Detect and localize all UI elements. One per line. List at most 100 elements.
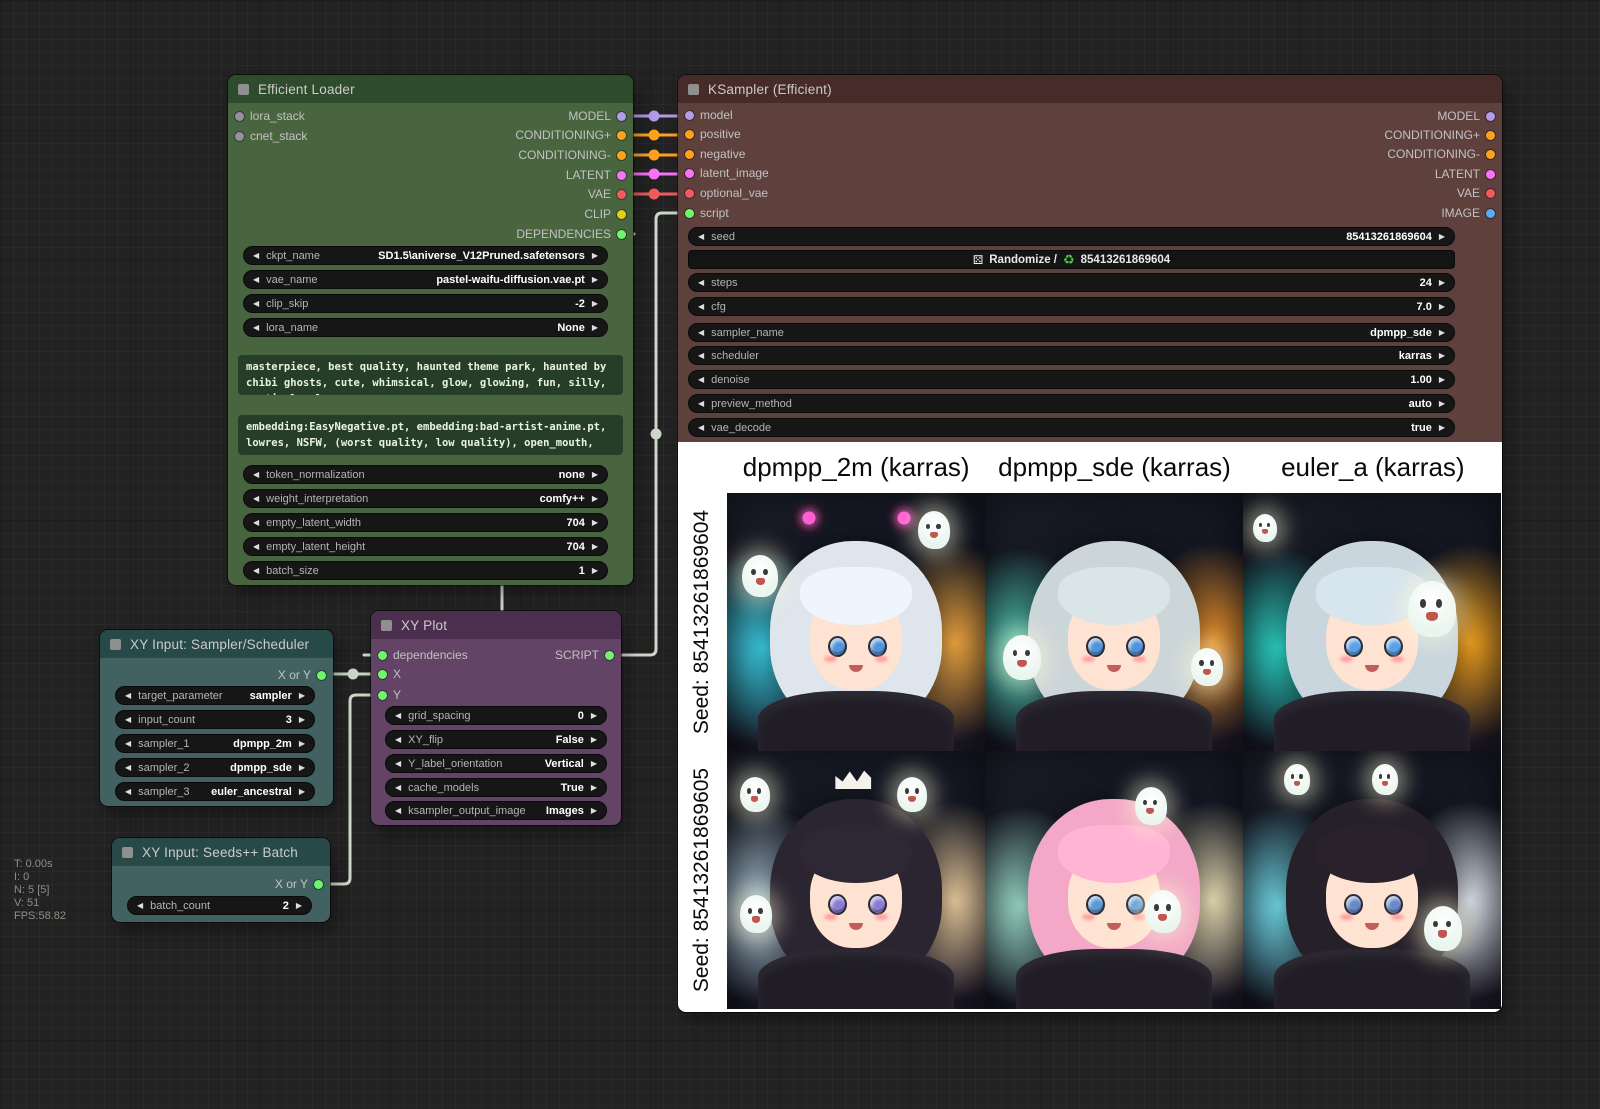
left-arrow-icon[interactable]: ◀ — [253, 495, 259, 503]
left-arrow-icon[interactable]: ◀ — [253, 471, 259, 479]
widget-cache-models[interactable]: ◀ cache_models True ▶ — [385, 778, 607, 797]
port-clip-out[interactable]: CLIP — [584, 205, 626, 223]
node-efficient-loader[interactable]: Efficient Loader lora_stack cnet_stack M… — [228, 75, 633, 585]
node-header[interactable]: XY Plot — [371, 611, 621, 639]
port-dot[interactable] — [617, 131, 626, 140]
right-arrow-icon[interactable]: ▶ — [299, 740, 305, 748]
left-arrow-icon[interactable]: ◀ — [125, 740, 131, 748]
widget-clip-skip[interactable]: ◀ clip_skip -2 ▶ — [243, 294, 608, 313]
widget-scheduler[interactable]: ◀ scheduler karras ▶ — [688, 346, 1455, 365]
right-arrow-icon[interactable]: ▶ — [592, 252, 598, 260]
port-dot[interactable] — [685, 189, 694, 198]
widget-vae-name[interactable]: ◀ vae_name pastel-waifu-diffusion.vae.pt… — [243, 270, 608, 289]
widget-sampler-3[interactable]: ◀ sampler_3 euler_ancestral ▶ — [115, 782, 315, 801]
node-header[interactable]: KSampler (Efficient) — [678, 75, 1502, 103]
left-arrow-icon[interactable]: ◀ — [395, 784, 401, 792]
node-header[interactable]: Efficient Loader — [228, 75, 633, 103]
port-vae-out[interactable]: VAE — [588, 185, 626, 203]
right-arrow-icon[interactable]: ▶ — [299, 764, 305, 772]
port-cnet-stack[interactable]: cnet_stack — [235, 127, 307, 145]
left-arrow-icon[interactable]: ◀ — [125, 764, 131, 772]
port-dot[interactable] — [685, 169, 694, 178]
port-dot[interactable] — [1486, 170, 1495, 179]
widget-y-label-orientation[interactable]: ◀ Y_label_orientation Vertical ▶ — [385, 754, 607, 773]
port-dot[interactable] — [1486, 189, 1495, 198]
collapse-box-icon[interactable] — [122, 847, 133, 858]
widget-steps[interactable]: ◀ steps 24 ▶ — [688, 273, 1455, 292]
port-conditioning-pos-out[interactable]: CONDITIONING+ — [515, 126, 626, 144]
port-dot[interactable] — [617, 171, 626, 180]
port-latent-image-in[interactable]: latent_image — [685, 164, 769, 182]
node-header[interactable]: XY Input: Sampler/Scheduler — [100, 630, 333, 658]
widget-xy-flip[interactable]: ◀ XY_flip False ▶ — [385, 730, 607, 749]
right-arrow-icon[interactable]: ▶ — [1439, 424, 1445, 432]
port-dot[interactable] — [685, 150, 694, 159]
port-lora-stack[interactable]: lora_stack — [235, 107, 305, 125]
port-optional-vae-in[interactable]: optional_vae — [685, 184, 768, 202]
widget-preview-method[interactable]: ◀ preview_method auto ▶ — [688, 394, 1455, 413]
port-dot[interactable] — [685, 111, 694, 120]
widget-vae-decode[interactable]: ◀ vae_decode true ▶ — [688, 418, 1455, 437]
right-arrow-icon[interactable]: ▶ — [1439, 376, 1445, 384]
collapse-box-icon[interactable] — [238, 84, 249, 95]
port-latent-out[interactable]: LATENT — [566, 166, 626, 184]
port-x-in[interactable]: X — [378, 665, 401, 683]
widget-cfg[interactable]: ◀ cfg 7.0 ▶ — [688, 297, 1455, 316]
port-dot[interactable] — [685, 209, 694, 218]
left-arrow-icon[interactable]: ◀ — [253, 519, 259, 527]
left-arrow-icon[interactable]: ◀ — [125, 716, 131, 724]
node-graph-canvas[interactable]: Efficient Loader lora_stack cnet_stack M… — [0, 0, 1600, 1109]
widget-ksampler-output-image[interactable]: ◀ ksampler_output_image Images ▶ — [385, 801, 607, 820]
port-dot[interactable] — [314, 880, 323, 889]
left-arrow-icon[interactable]: ◀ — [137, 902, 143, 910]
port-dot[interactable] — [378, 691, 387, 700]
widget-sampler-name[interactable]: ◀ sampler_name dpmpp_sde ▶ — [688, 323, 1455, 342]
widget-sampler-1[interactable]: ◀ sampler_1 dpmpp_2m ▶ — [115, 734, 315, 753]
left-arrow-icon[interactable]: ◀ — [698, 329, 704, 337]
widget-sampler-2[interactable]: ◀ sampler_2 dpmpp_sde ▶ — [115, 758, 315, 777]
left-arrow-icon[interactable]: ◀ — [698, 424, 704, 432]
port-dot[interactable] — [1486, 209, 1495, 218]
port-model-out[interactable]: MODEL — [568, 107, 626, 125]
left-arrow-icon[interactable]: ◀ — [253, 252, 259, 260]
right-arrow-icon[interactable]: ▶ — [592, 324, 598, 332]
port-conditioning-pos-out[interactable]: CONDITIONING+ — [1384, 126, 1495, 144]
right-arrow-icon[interactable]: ▶ — [1439, 329, 1445, 337]
collapse-box-icon[interactable] — [688, 84, 699, 95]
left-arrow-icon[interactable]: ◀ — [253, 567, 259, 575]
port-dot[interactable] — [617, 210, 626, 219]
left-arrow-icon[interactable]: ◀ — [698, 279, 704, 287]
left-arrow-icon[interactable]: ◀ — [395, 807, 401, 815]
port-dot[interactable] — [617, 112, 626, 121]
right-arrow-icon[interactable]: ▶ — [592, 471, 598, 479]
node-xy-input-sampler-scheduler[interactable]: XY Input: Sampler/Scheduler X or Y ◀ tar… — [100, 630, 333, 806]
right-arrow-icon[interactable]: ▶ — [299, 788, 305, 796]
left-arrow-icon[interactable]: ◀ — [395, 736, 401, 744]
randomize-seed-button[interactable]: ⚄ Randomize / ♻ 85413261869604 — [688, 250, 1455, 269]
node-header[interactable]: XY Input: Seeds++ Batch — [112, 838, 330, 866]
right-arrow-icon[interactable]: ▶ — [1439, 233, 1445, 241]
port-image-out[interactable]: IMAGE — [1441, 204, 1495, 222]
port-dot[interactable] — [235, 132, 244, 141]
node-xy-input-seeds-batch[interactable]: XY Input: Seeds++ Batch X or Y ◀ batch_c… — [112, 838, 330, 922]
right-arrow-icon[interactable]: ▶ — [1439, 352, 1445, 360]
port-model-in[interactable]: model — [685, 106, 733, 124]
port-dot[interactable] — [1486, 112, 1495, 121]
port-dot[interactable] — [378, 651, 387, 660]
collapse-box-icon[interactable] — [110, 639, 121, 650]
right-arrow-icon[interactable]: ▶ — [591, 760, 597, 768]
port-x-or-y-out[interactable]: X or Y — [278, 666, 326, 684]
right-arrow-icon[interactable]: ▶ — [592, 567, 598, 575]
port-dot[interactable] — [685, 130, 694, 139]
left-arrow-icon[interactable]: ◀ — [253, 324, 259, 332]
port-script-out[interactable]: SCRIPT — [555, 646, 614, 664]
port-dot[interactable] — [1486, 131, 1495, 140]
port-dot[interactable] — [378, 670, 387, 679]
left-arrow-icon[interactable]: ◀ — [395, 760, 401, 768]
port-conditioning-neg-out[interactable]: CONDITIONING- — [518, 146, 626, 164]
left-arrow-icon[interactable]: ◀ — [698, 400, 704, 408]
positive-prompt-textarea[interactable]: masterpiece, best quality, haunted theme… — [238, 355, 623, 395]
port-positive-in[interactable]: positive — [685, 125, 741, 143]
port-negative-in[interactable]: negative — [685, 145, 745, 163]
port-dependencies-in[interactable]: dependencies — [378, 646, 468, 664]
